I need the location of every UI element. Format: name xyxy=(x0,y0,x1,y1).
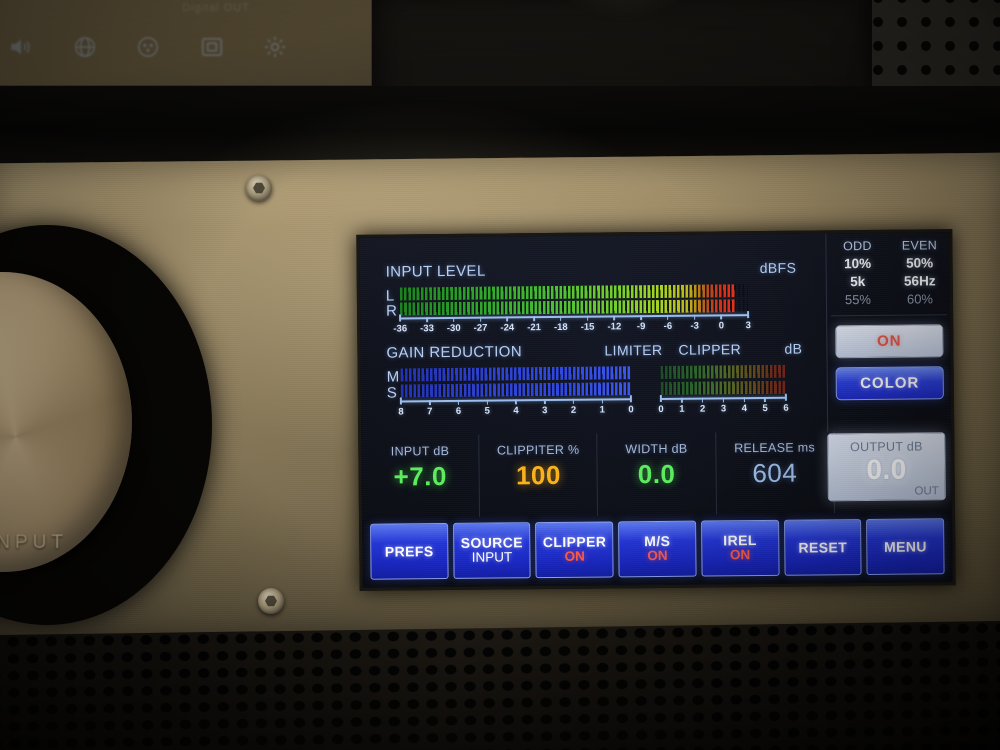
color-button[interactable]: COLOR xyxy=(835,366,944,401)
readout-input-db-value: +7.0 xyxy=(393,461,448,492)
upper-rack-device: Digital OUT xyxy=(0,0,372,86)
harmonics-odd-row1[interactable]: 10% xyxy=(827,256,889,272)
limiter-label: LIMITER xyxy=(604,341,663,359)
harmonics-odd-row2[interactable]: 5k xyxy=(827,274,889,290)
readout-output-label: OUTPUT dB xyxy=(849,439,923,455)
input-level-unit: dBFS xyxy=(759,259,797,276)
faceplate-screw-top-left xyxy=(246,175,272,201)
readout-output-value: 0.0 xyxy=(866,453,907,485)
readout-output-db[interactable]: OUTPUT dB 0.0 OUT xyxy=(827,432,946,502)
harmonics-even-row3[interactable]: 60% xyxy=(889,291,951,307)
harmonics-even-row1[interactable]: 50% xyxy=(889,255,951,271)
harmonics-on-label: ON xyxy=(877,332,902,350)
reset-button-label: RESET xyxy=(798,538,848,556)
meters-section: INPUT LEVEL dBFS L R -36 -33 -30 -27 -24 -21-… xyxy=(359,233,823,435)
readout-release-ms[interactable]: RELEASE ms 604 xyxy=(715,431,835,515)
ms-button-label: M/S xyxy=(644,533,671,550)
input-meter-l xyxy=(399,284,748,301)
harmonics-header-odd: ODD xyxy=(843,238,872,254)
input-knob-label: INPUT xyxy=(0,532,68,553)
upper-device-iconbar xyxy=(0,30,298,64)
screen-button-bar: PREFS SOURCE INPUT CLIPPER ON M/S ON IRE… xyxy=(370,518,945,580)
readout-clippiter-value: 100 xyxy=(515,459,562,491)
reset-button[interactable]: RESET xyxy=(783,519,862,576)
harmonics-header-even: EVEN xyxy=(901,238,938,253)
input-meter-r xyxy=(399,299,749,316)
harmonics-grid: ODD EVEN 10% 50% 5k 56Hz 55% 60% xyxy=(826,238,951,307)
ms-button-state: ON xyxy=(647,547,668,564)
input-level-scale: -36 -33 -30 -27 -24 -21 -18 -15 -12 -9 -6 -3 0 3 xyxy=(393,311,751,339)
readout-width-label: WIDTH dB xyxy=(625,441,688,457)
source-button[interactable]: SOURCE INPUT xyxy=(452,522,532,579)
readout-release-value: 604 xyxy=(752,457,798,489)
harmonics-on-button[interactable]: ON xyxy=(835,324,944,359)
readout-output-suffix: OUT xyxy=(914,485,939,498)
readout-width-value: 0.0 xyxy=(637,458,676,490)
xlr-connector-icon[interactable] xyxy=(135,34,161,60)
harmonics-even-row2[interactable]: 56Hz xyxy=(889,273,951,289)
readout-input-db[interactable]: INPUT dB +7.0 xyxy=(361,434,481,518)
faceplate-screw-bottom-left xyxy=(258,588,284,614)
channel-label-s: S xyxy=(386,384,397,402)
device-photo-scene: Digital OUT NPUT INPUT LEVEL dBFS L R -3… xyxy=(0,0,1000,750)
channel-label-m: M xyxy=(386,368,400,386)
source-button-value: INPUT xyxy=(471,549,513,565)
clipper-label: CLIPPER xyxy=(678,341,742,358)
clipper-meter-m xyxy=(660,364,786,379)
irel-button-label: IREL xyxy=(723,532,757,549)
limiter-scale: 876543210 xyxy=(398,395,634,422)
clipper-button[interactable]: CLIPPER ON xyxy=(535,521,614,579)
readout-clippiter-pct[interactable]: CLIPPITER % 100 xyxy=(479,433,599,517)
input-level-title: INPUT LEVEL xyxy=(385,262,486,281)
limiter-meter-s xyxy=(400,382,631,398)
channel-label-r: R xyxy=(385,302,397,320)
source-button-label: SOURCE xyxy=(460,534,524,552)
clipper-button-label: CLIPPER xyxy=(542,533,607,551)
clipper-meter-s xyxy=(660,380,786,395)
gain-reduction-title: GAIN REDUCTION xyxy=(386,343,523,362)
ms-button[interactable]: M/S ON xyxy=(618,520,697,578)
limiter-meter-m xyxy=(400,366,631,382)
irel-button-state: ON xyxy=(729,547,751,563)
readout-release-label: RELEASE ms xyxy=(734,440,816,456)
readout-clippiter-label: CLIPPITER % xyxy=(496,442,580,458)
readout-input-db-label: INPUT dB xyxy=(390,443,450,459)
harmonics-panel: ODD EVEN 10% 50% 5k 56Hz 55% 60% ON COLO… xyxy=(825,232,953,432)
prefs-button-label: PREFS xyxy=(384,542,434,560)
speaker-icon[interactable] xyxy=(8,34,34,60)
harmonics-divider xyxy=(831,314,948,317)
clipper-button-state: ON xyxy=(564,548,585,564)
irel-button[interactable]: IREL ON xyxy=(700,519,780,577)
gain-reduction-unit: dB xyxy=(784,340,803,357)
color-button-label: COLOR xyxy=(860,374,920,393)
harmonics-odd-row3[interactable]: 55% xyxy=(827,292,889,308)
upper-device-title: Digital OUT xyxy=(182,2,250,14)
lcd-screen[interactable]: INPUT LEVEL dBFS L R -36 -33 -30 -27 -24 -21-… xyxy=(359,232,953,588)
readout-width-db[interactable]: WIDTH dB 0.0 xyxy=(597,432,717,516)
display-icon[interactable] xyxy=(199,34,225,60)
gear-icon[interactable] xyxy=(262,34,288,60)
menu-button[interactable]: MENU xyxy=(866,518,945,575)
menu-button-label: MENU xyxy=(883,538,927,555)
bottom-perforated-grille xyxy=(0,620,1000,750)
upper-device-screen: Digital OUT xyxy=(0,0,372,86)
prefs-button[interactable]: PREFS xyxy=(370,523,449,580)
lcd-bezel: INPUT LEVEL dBFS L R -36 -33 -30 -27 -24 -21-… xyxy=(356,229,956,591)
clipper-scale: 0123456 xyxy=(658,393,789,420)
globe-icon[interactable] xyxy=(72,34,98,60)
